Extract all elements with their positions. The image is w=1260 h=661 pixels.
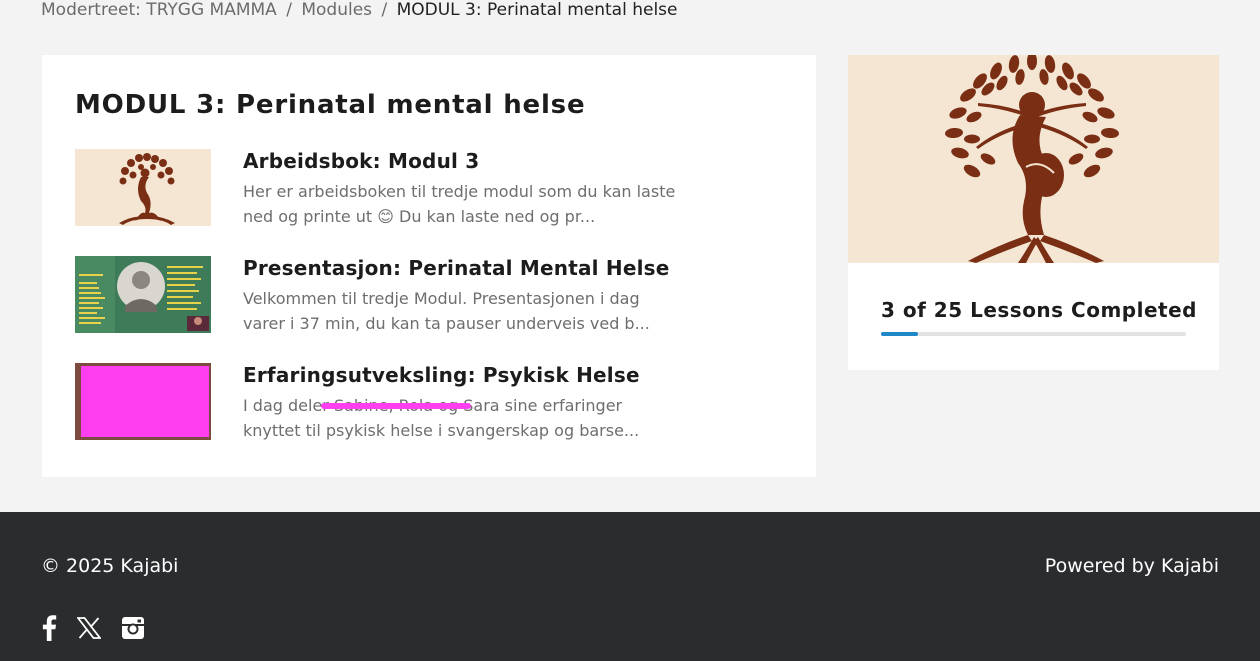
lesson-description: Her er arbeidsboken til tredje modul som…: [243, 182, 676, 226]
module-card: MODUL 3: Perinatal mental helse Arbeidsb…: [42, 55, 816, 477]
breadcrumb-modules-link[interactable]: Modules: [301, 0, 372, 20]
lesson-thumbnail[interactable]: [75, 256, 211, 333]
lesson-title[interactable]: Presentasjon: Perinatal Mental Helse: [243, 256, 670, 280]
lesson-thumbnail[interactable]: [75, 363, 211, 440]
lesson-description: I dag deler Sabine, Rola og Sara sine er…: [243, 393, 683, 443]
lesson-title[interactable]: Arbeidsbok: Modul 3: [243, 149, 479, 173]
powered-by-link[interactable]: Powered by Kajabi: [1045, 555, 1219, 577]
module-title: MODUL 3: Perinatal mental helse: [75, 90, 586, 120]
product-image: [848, 55, 1219, 263]
tree-of-mother-icon: [75, 149, 211, 226]
lesson-thumbnail[interactable]: [75, 149, 211, 226]
footer: © 2025 Kajabi Powered by Kajabi: [0, 512, 1260, 661]
lesson-item[interactable]: Erfaringsutveksling: Psykisk Helse I dag…: [75, 363, 685, 453]
progress-card: 3 of 25 Lessons Completed: [848, 55, 1219, 370]
progress-bar-fill: [881, 332, 918, 336]
lesson-description: Velkommen til tredje Modul. Presentasjon…: [243, 289, 650, 333]
footer-copyright: © 2025 Kajabi: [41, 555, 179, 577]
tree-of-mother-icon: [848, 55, 1219, 263]
breadcrumb-product-link[interactable]: Modertreet: TRYGG MAMMA: [41, 0, 277, 20]
lesson-title[interactable]: Erfaringsutveksling: Psykisk Helse: [243, 363, 640, 387]
redacted-thumbnail-icon: [75, 363, 211, 440]
instagram-icon[interactable]: [121, 616, 145, 645]
breadcrumb: Modertreet: TRYGG MAMMA / Modules / MODU…: [41, 0, 678, 22]
breadcrumb-current: MODUL 3: Perinatal mental helse: [396, 0, 678, 20]
progress-bar: [881, 332, 1186, 336]
lesson-item[interactable]: Arbeidsbok: Modul 3 Her er arbeidsboken …: [75, 149, 685, 239]
x-icon[interactable]: [76, 616, 102, 644]
social-links: [41, 614, 145, 646]
redaction-mark: [321, 403, 471, 409]
breadcrumb-separator: /: [381, 0, 388, 20]
lesson-item[interactable]: Presentasjon: Perinatal Mental Helse Vel…: [75, 256, 685, 346]
facebook-icon[interactable]: [41, 614, 57, 646]
progress-label: 3 of 25 Lessons Completed: [881, 298, 1197, 322]
presentation-slide-icon: [75, 256, 211, 333]
breadcrumb-separator: /: [286, 0, 292, 20]
